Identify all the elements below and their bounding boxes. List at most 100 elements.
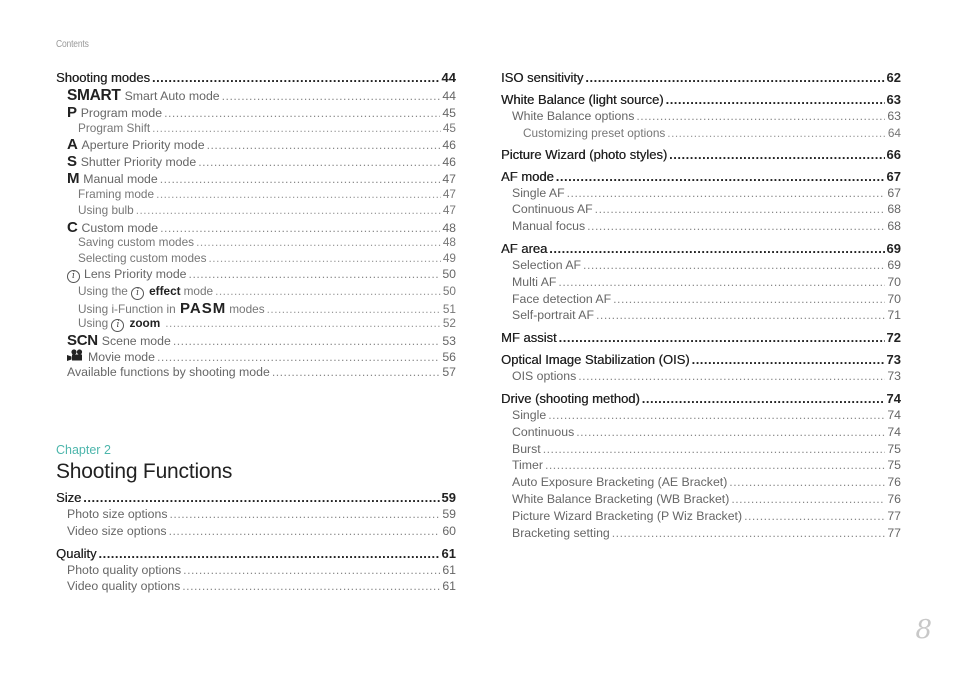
toc-entry-label: Smart Auto mode [124, 89, 220, 103]
zoom-label: zoom [129, 315, 161, 330]
toc-entry-manual-mode[interactable]: M Manual mode 47 [56, 170, 456, 187]
toc-entry-quality[interactable]: Quality 61 [56, 546, 456, 563]
dot-leader [165, 316, 441, 330]
manual-mode-icon: M [67, 170, 80, 188]
toc-entry-ae-bracket[interactable]: Auto Exposure Bracketing (AE Bracket) 76 [501, 475, 901, 492]
dot-leader [152, 70, 440, 85]
toc-entry-label: Aperture Priority mode [81, 138, 205, 153]
toc-entry-using-bulb[interactable]: Using bulb 47 [56, 203, 456, 219]
toc-entry-size[interactable]: Size 59 [56, 490, 456, 507]
toc-entry-white-balance[interactable]: White Balance (light source) 63 [501, 92, 901, 109]
toc-entry-mf-assist[interactable]: MF assist 72 [501, 330, 901, 347]
toc-entry-framing-mode[interactable]: Framing mode 47 [56, 187, 456, 203]
toc-entry-selecting-custom-modes[interactable]: Selecting custom modes 49 [56, 251, 456, 267]
toc-page-number: 66 [886, 146, 901, 162]
toc-page-number: 46 [442, 155, 456, 170]
dot-leader [744, 509, 885, 523]
toc-entry-ois-options[interactable]: OIS options 73 [501, 369, 901, 386]
toc-entry-drive-single[interactable]: Single 74 [501, 408, 901, 425]
toc-entry-customizing-preset-options[interactable]: Customizing preset options 64 [501, 126, 901, 142]
toc-entry-saving-custom-modes[interactable]: Saving custom modes 48 [56, 235, 456, 251]
toc-page-number: 62 [886, 70, 901, 85]
toc-page-number: 59 [442, 507, 456, 521]
toc-entry-ois[interactable]: Optical Image Stabilization (OIS) 73 [501, 352, 901, 369]
toc-chapter-2-entries: Size 59 Photo size options 59 Video size… [56, 490, 456, 596]
toc-entry-selection-af[interactable]: Selection AF 69 [501, 258, 901, 275]
dot-leader [207, 138, 441, 152]
toc-entry-p-wiz-bracket[interactable]: Picture Wizard Bracketing (P Wiz Bracket… [501, 509, 901, 526]
toc-entry-multi-af[interactable]: Multi AF 70 [501, 275, 901, 292]
toc-entry-custom-mode[interactable]: C Custom mode 48 [56, 219, 456, 236]
toc-page-number: 50 [442, 267, 456, 282]
dot-leader [567, 186, 886, 200]
dot-leader [189, 267, 441, 281]
movie-camera-icon [67, 348, 83, 361]
toc-entry-video-quality-options[interactable]: Video quality options 61 [56, 579, 456, 596]
toc-entry-self-portrait-af[interactable]: Self-portrait AF 71 [501, 308, 901, 325]
toc-entry-photo-quality-options[interactable]: Photo quality options 61 [56, 563, 456, 580]
toc-entry-available-functions[interactable]: Available functions by shooting mode 57 [56, 365, 456, 382]
toc-page-number: 45 [442, 120, 456, 135]
toc-entry-using-zoom[interactable]: Using i zoom 52 [56, 316, 456, 332]
program-mode-icon: P [67, 103, 77, 121]
toc-entry-smart-auto[interactable]: SMART Smart Auto mode 44 [56, 87, 456, 104]
toc-entry-movie-mode[interactable]: Movie mode 56 [56, 348, 456, 366]
toc-page-number: 72 [886, 330, 901, 346]
dot-leader [136, 203, 441, 217]
toc-entry-program-mode[interactable]: P Program mode 45 [56, 104, 456, 121]
toc-entry-scene-mode[interactable]: SCN Scene mode 53 [56, 332, 456, 349]
toc-entry-single-af[interactable]: Single AF 67 [501, 186, 901, 203]
toc-entry-aperture-priority[interactable]: A Aperture Priority mode 46 [56, 136, 456, 153]
toc-entry-label: Lens Priority mode [84, 267, 187, 282]
dot-leader [209, 251, 441, 265]
dot-leader [222, 89, 441, 103]
toc-entry-drive-burst[interactable]: Burst 75 [501, 442, 901, 459]
toc-entry-wb-bracket[interactable]: White Balance Bracketing (WB Bracket) 76 [501, 492, 901, 509]
dot-leader [198, 155, 440, 169]
toc-entry-shutter-priority[interactable]: S Shutter Priority mode 46 [56, 153, 456, 170]
toc-entry-manual-focus[interactable]: Manual focus 68 [501, 219, 901, 236]
toc-entry-label: Customizing preset options [523, 125, 666, 140]
dot-leader [160, 172, 441, 186]
toc-entry-label: Selection AF [512, 258, 582, 273]
toc-entry-picture-wizard[interactable]: Picture Wizard (photo styles) 66 [501, 147, 901, 164]
toc-entry-drive-continuous[interactable]: Continuous 74 [501, 425, 901, 442]
toc-entry-drive-timer[interactable]: Timer 75 [501, 458, 901, 475]
dot-leader [164, 106, 440, 120]
toc-entry-label: Scene mode [101, 333, 171, 348]
toc-entry-using-effect-mode[interactable]: Using the i effect mode 50 [56, 284, 456, 301]
toc-entry-photo-size-options[interactable]: Photo size options 59 [56, 507, 456, 524]
dot-leader [267, 302, 441, 316]
toc-entry-af-mode[interactable]: AF mode 67 [501, 169, 901, 186]
toc-page-number: 45 [442, 105, 456, 120]
toc-entry-iso-sensitivity[interactable]: ISO sensitivity 62 [501, 70, 901, 87]
toc-entry-face-detection-af[interactable]: Face detection AF 70 [501, 292, 901, 309]
toc-entry-i-function-pasm[interactable]: Using i-Function in PASM modes 51 [56, 300, 456, 317]
toc-entry-shooting-modes[interactable]: Shooting modes 44 [56, 70, 456, 87]
toc-entry-bracketing-setting[interactable]: Bracketing setting 77 [501, 526, 901, 543]
toc-entry-title: Drive (shooting method) [501, 391, 640, 407]
toc-entry-af-area[interactable]: AF area 69 [501, 241, 901, 258]
dot-leader [585, 70, 884, 85]
toc-right-column: ISO sensitivity 62 White Balance (light … [501, 70, 901, 542]
dot-leader [636, 109, 885, 123]
toc-entry-program-shift[interactable]: Program Shift 45 [56, 121, 456, 137]
toc-entry-lens-priority[interactable]: i Lens Priority mode 50 [56, 267, 456, 284]
toc-entry-drive[interactable]: Drive (shooting method) 74 [501, 391, 901, 408]
toc-entry-video-size-options[interactable]: Video size options 60 [56, 524, 456, 541]
toc-entry-prefix: Using [78, 315, 109, 330]
toc-page-number: 47 [442, 202, 456, 217]
toc-entry-label: Face detection AF [512, 291, 612, 306]
i-function-icon: i [131, 287, 145, 301]
dot-leader [731, 492, 885, 506]
toc-entry-continuous-af[interactable]: Continuous AF 68 [501, 202, 901, 219]
toc-entry-prefix: Using the [78, 284, 128, 299]
toc-page-number: 61 [441, 545, 456, 561]
toc-page-number: 51 [442, 301, 456, 316]
toc-entry-white-balance-options[interactable]: White Balance options 63 [501, 109, 901, 126]
dot-leader [160, 221, 440, 235]
dot-leader [595, 202, 886, 216]
dot-leader [729, 475, 885, 489]
toc-page-number: 44 [441, 70, 456, 85]
toc-entry-label: OIS options [512, 369, 577, 384]
